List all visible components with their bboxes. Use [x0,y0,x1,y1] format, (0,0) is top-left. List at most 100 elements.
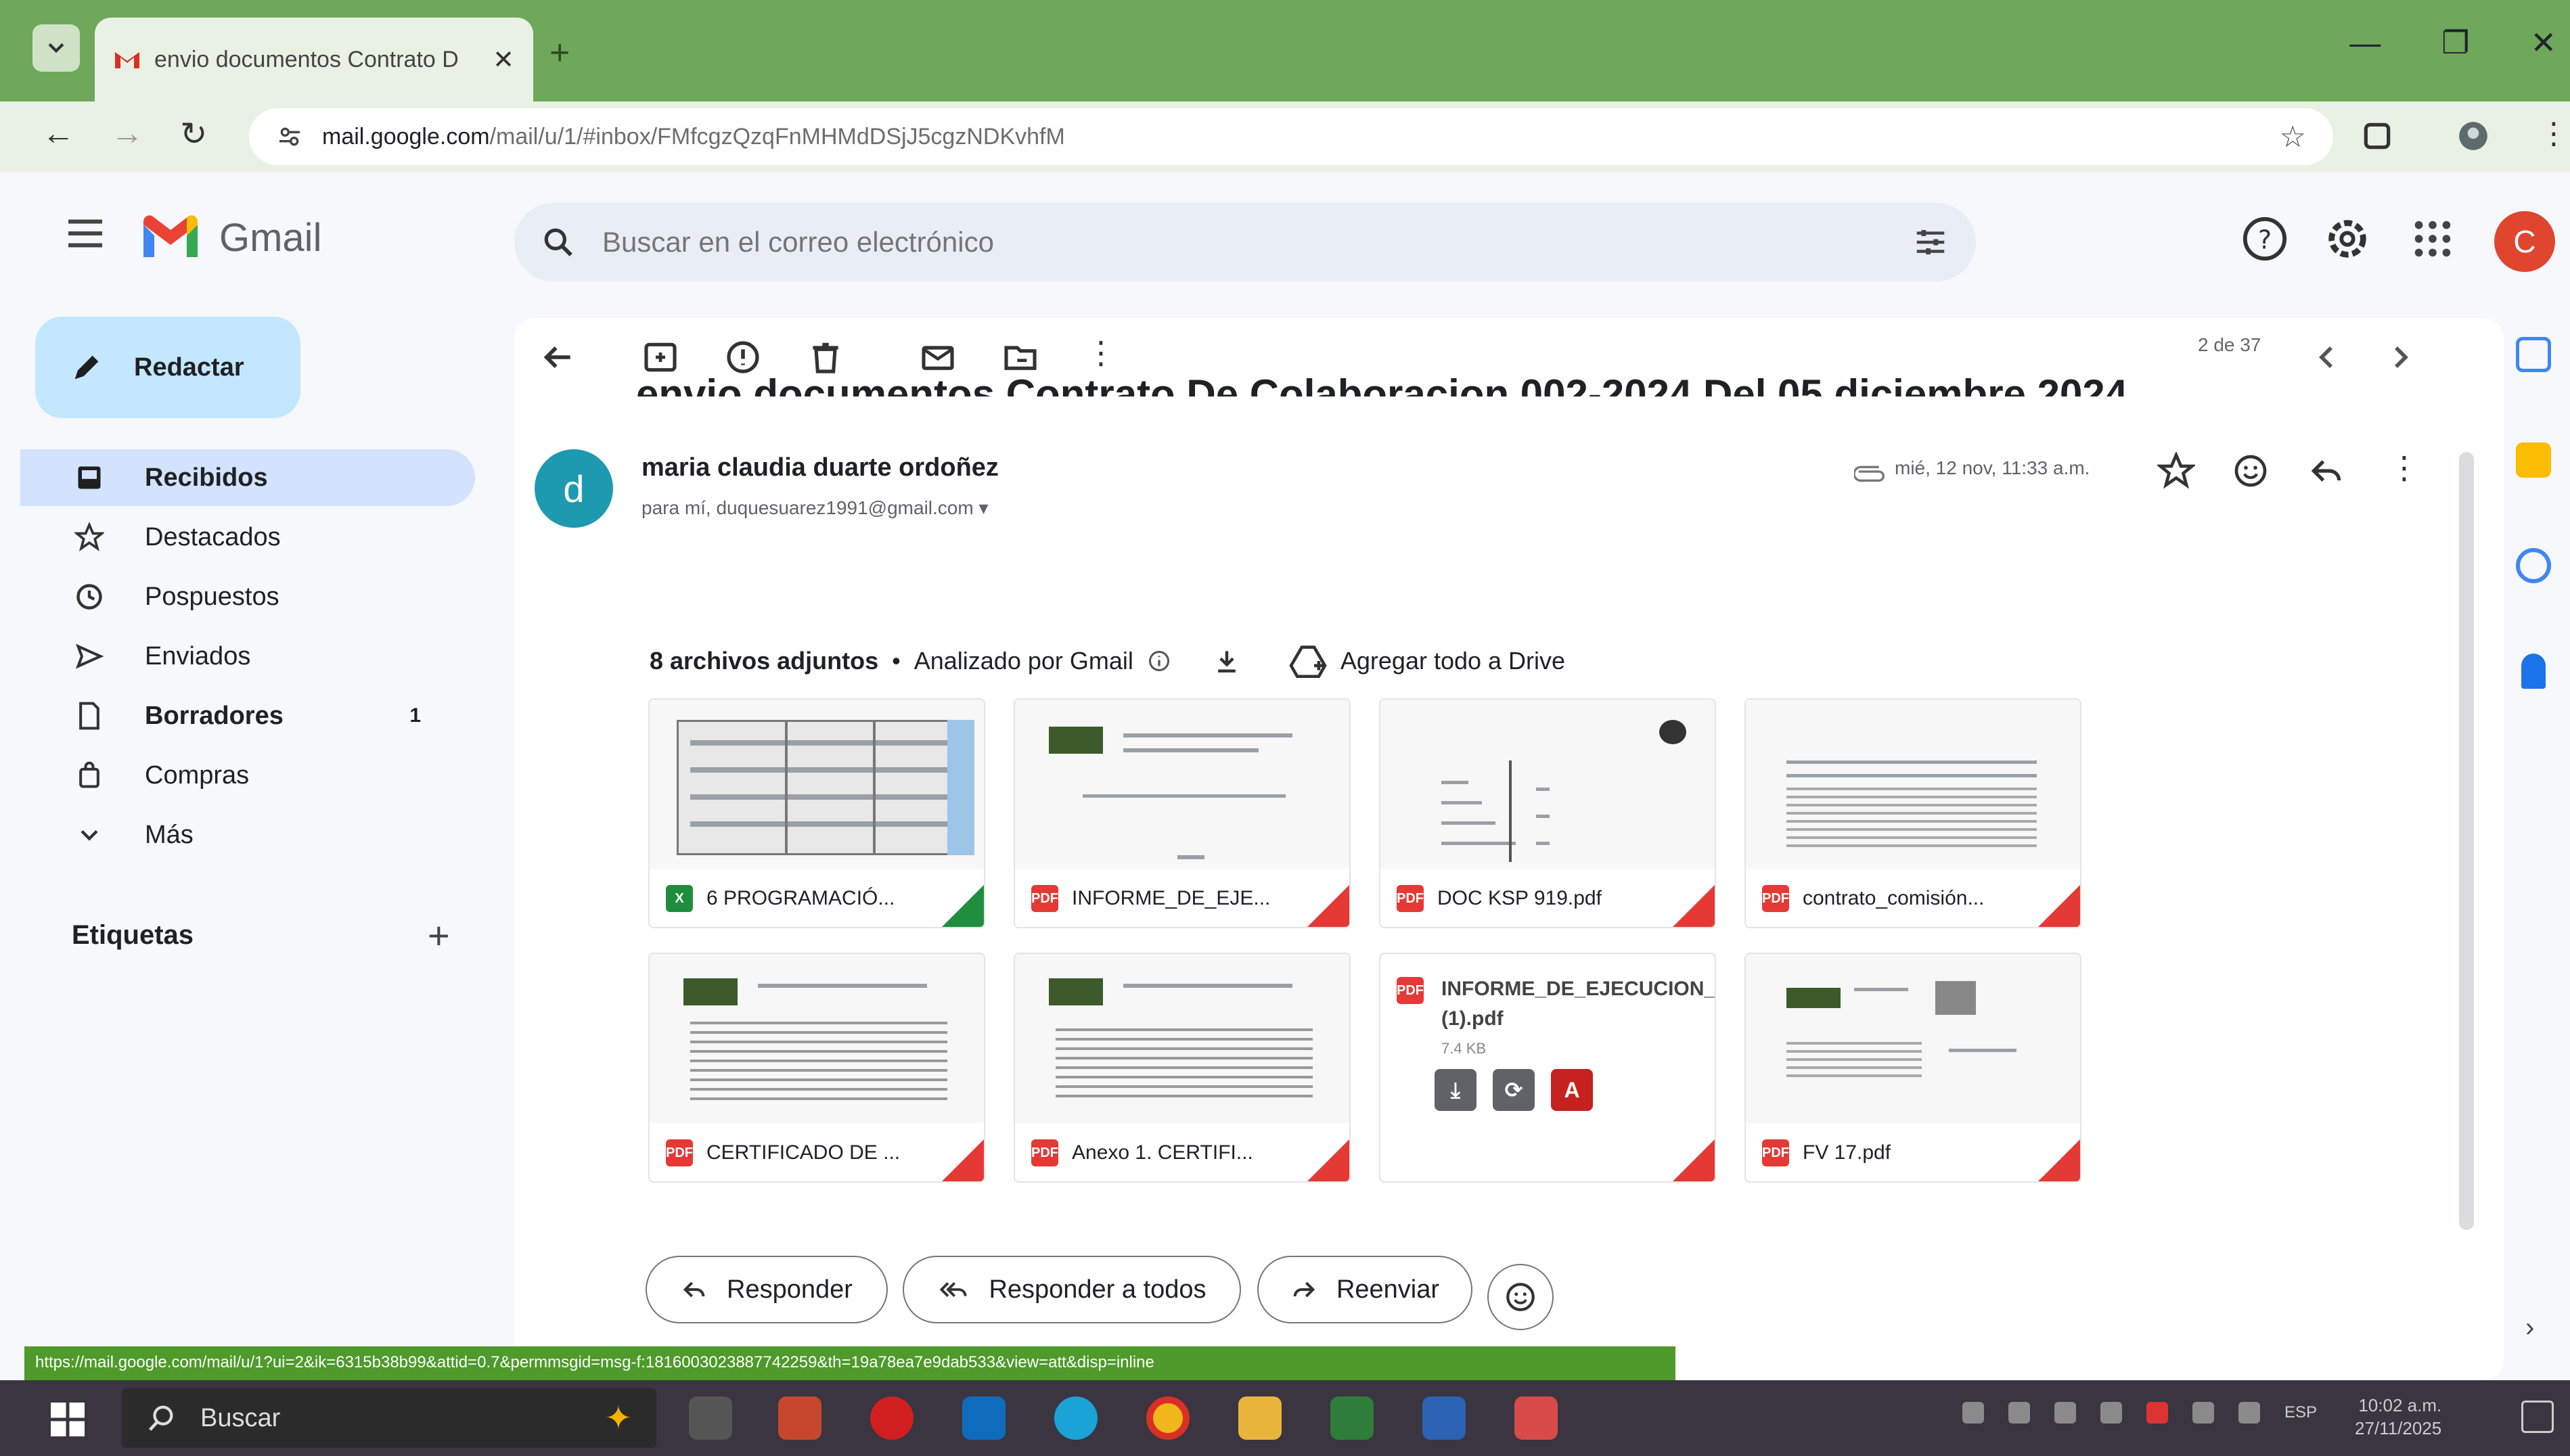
reply-all-button[interactable]: Responder a todos [903,1256,1241,1323]
search-input[interactable] [602,226,1885,258]
back-icon[interactable]: ← [42,115,74,152]
close-tab-icon[interactable]: ✕ [493,45,514,75]
tray-app-icon[interactable] [2100,1402,2122,1424]
nav-item-drafts[interactable]: Borradores 1 [20,687,475,744]
browser-menu-icon[interactable]: ⋮ [2539,116,2569,151]
attachment-name: 6 PROGRAMACIÓ... [706,887,895,909]
forward-button[interactable]: Reenviar [1257,1256,1472,1323]
taskbar-clock[interactable]: 10:02 a.m. 27/11/2025 [2355,1394,2441,1440]
minimize-icon[interactable]: — [2349,24,2381,61]
address-bar[interactable]: mail.google.com/mail/u/1/#inbox/FMfcgzQz… [249,108,2333,165]
search-options-icon[interactable] [1912,224,1949,260]
help-icon[interactable]: ? [2241,215,2289,263]
forward-icon[interactable]: → [111,115,143,152]
drive-add-icon[interactable] [1289,644,1327,678]
file-explorer-icon[interactable] [1238,1396,1282,1440]
word-icon[interactable] [1422,1396,1466,1440]
active-app-icon[interactable] [1514,1396,1558,1440]
add-label-button[interactable]: + [428,913,450,957]
nav-item-more[interactable]: Más [20,806,475,863]
outlook-icon[interactable] [962,1396,1006,1440]
recipients-line[interactable]: para mí, duquesuarez1991@gmail.com ▾ [641,497,989,519]
attachment-card[interactable]: PDF contrato_comisión... [1744,698,2081,928]
attachment-card[interactable]: PDF FV 17.pdf [1744,953,2081,1183]
tasks-icon[interactable] [2516,548,2551,583]
tray-chevron-icon[interactable] [1962,1402,1984,1424]
expand-side-panel-icon[interactable]: › [2525,1313,2534,1343]
profile-icon[interactable] [2456,119,2490,153]
keep-icon[interactable] [2516,442,2551,478]
language-indicator[interactable]: ESP [2284,1403,2317,1422]
emoji-react-icon[interactable] [2232,452,2270,490]
attachment-card[interactable]: PDF INFORME_DE_EJE... [1014,698,1351,928]
tab-search-button[interactable] [32,24,80,72]
tray-app-icon[interactable] [2008,1402,2030,1424]
mail-search-bar[interactable] [514,203,1976,281]
file-corner-icon [1671,885,1715,927]
attachment-card[interactable]: PDF CERTIFICADO DE ... [648,953,985,1183]
taskbar-search[interactable]: Buscar ✦ [122,1388,656,1448]
edge-browser-icon[interactable] [1054,1396,1098,1440]
main-menu-icon[interactable] [65,217,106,250]
message-scrollbar[interactable] [2459,452,2474,1230]
nav-item-inbox[interactable]: Recibidos [20,449,475,506]
open-with-acrobat-icon[interactable]: A [1551,1069,1593,1111]
apps-grid-icon[interactable] [2409,215,2456,263]
windows-start-icon[interactable] [47,1399,88,1440]
system-tray: ESP [1962,1402,2317,1424]
nav-item-snoozed[interactable]: Pospuestos [20,568,475,625]
extensions-icon[interactable] [2360,119,2394,153]
task-view-icon[interactable] [689,1396,732,1440]
message-more-icon[interactable]: ⋮ [2389,449,2420,486]
attachment-card[interactable]: X 6 PROGRAMACIÓ... [648,698,985,928]
download-all-icon[interactable] [1212,646,1242,676]
newer-chevron-icon[interactable] [2307,338,2345,376]
reply-button[interactable]: Responder [646,1256,888,1323]
notifications-icon[interactable] [2521,1401,2554,1433]
new-tab-button[interactable]: + [549,32,570,73]
nav-item-starred[interactable]: Destacados [20,509,475,566]
gmail-logo[interactable]: Gmail [139,214,321,261]
volume-icon[interactable] [2238,1402,2260,1424]
older-chevron-icon[interactable] [2382,338,2420,376]
browser-tab[interactable]: envio documentos Contrato D ✕ [95,18,533,101]
contacts-icon[interactable] [2521,654,2546,689]
attachment-card-hovered[interactable]: PDF INFORME_DE_EJECUCION_9_OCTUBRE (1).p… [1379,953,1716,1183]
reply-all-icon [940,1282,967,1297]
opera-browser-icon[interactable] [870,1396,914,1440]
office-app-icon[interactable] [778,1396,821,1440]
sender-avatar[interactable]: d [535,449,613,528]
copilot-sparkle-icon[interactable]: ✦ [605,1399,632,1437]
back-to-inbox-icon[interactable] [539,338,577,376]
emoji-reaction-button[interactable] [1487,1264,1554,1330]
tray-app-icon[interactable] [2054,1402,2076,1424]
close-window-icon[interactable]: ✕ [2530,24,2556,61]
site-info-icon[interactable] [276,123,303,150]
excel-icon[interactable] [1330,1396,1374,1440]
attachment-card[interactable]: PDF Anexo 1. CERTIFI... [1014,953,1351,1183]
chrome-browser-icon[interactable] [1146,1396,1190,1440]
reload-icon[interactable]: ↻ [180,115,207,153]
bookmark-star-icon[interactable]: ☆ [2280,120,2306,154]
tray-app-icon[interactable] [2146,1402,2168,1424]
info-icon[interactable] [1147,649,1171,673]
nav-item-purchases[interactable]: Compras [20,747,475,804]
account-avatar[interactable]: C [2494,211,2555,272]
network-icon[interactable] [2192,1402,2214,1424]
download-icon[interactable]: ⤓ [1435,1069,1476,1111]
attachment-thumbnail [1380,700,1715,869]
compose-button[interactable]: Redactar [35,317,300,418]
save-to-drive-icon[interactable]: ⟳ [1493,1069,1535,1111]
calendar-icon[interactable] [2516,337,2551,372]
restore-icon[interactable]: ❐ [2441,24,2469,61]
attachment-card[interactable]: PDF DOC KSP 919.pdf [1379,698,1716,928]
search-icon[interactable] [541,225,575,259]
settings-gear-icon[interactable] [2324,215,2371,263]
sender-name[interactable]: maria claudia duarte ordoñez [641,453,999,482]
more-actions-icon[interactable]: ⋮ [1085,334,1117,371]
star-icon[interactable] [2157,452,2195,490]
nav-item-sent[interactable]: Enviados [20,628,475,685]
attachment-name: INFORME_DE_EJECUCION_9_OCTUBRE (1).pdf [1441,978,1716,1030]
reply-icon[interactable] [2307,452,2345,490]
add-all-to-drive[interactable]: Agregar todo a Drive [1340,647,1565,675]
